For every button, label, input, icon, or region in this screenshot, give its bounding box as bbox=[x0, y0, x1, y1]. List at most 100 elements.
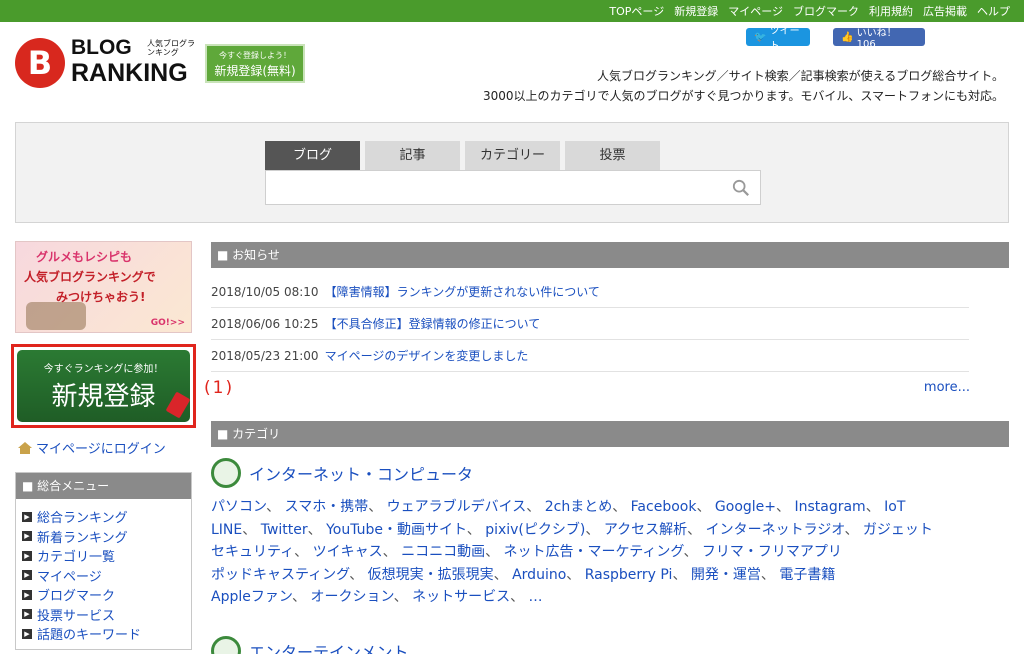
subcategory-link[interactable]: ガジェット bbox=[863, 522, 933, 538]
tagline-line-2: 3000以上のカテゴリで人気のブログがすぐ見つかります。モバイル、スマートフォン… bbox=[483, 89, 1004, 103]
news-date: 2018/10/05 08:10 bbox=[211, 285, 319, 299]
subcategory-link[interactable]: Google+ bbox=[715, 499, 776, 515]
nav-ads[interactable]: 広告掲載 bbox=[923, 3, 967, 19]
news-header: ■ お知らせ bbox=[211, 242, 1009, 268]
news-more-link[interactable]: more... bbox=[924, 380, 970, 395]
logo-mark-icon: B bbox=[15, 38, 65, 88]
nav-top[interactable]: TOPページ bbox=[609, 3, 664, 19]
tweet-label: ツイート bbox=[769, 26, 800, 52]
separator: 、 bbox=[349, 566, 368, 583]
menu-link-blogmark[interactable]: ブログマーク bbox=[37, 585, 115, 604]
nav-blogmark[interactable]: ブログマーク bbox=[793, 3, 859, 19]
category-next-link[interactable]: エンターテインメント bbox=[249, 639, 409, 654]
category-internet: インターネット・コンピュータ bbox=[211, 458, 473, 488]
menu-link-keywords[interactable]: 話題のキーワード bbox=[37, 624, 141, 643]
separator: 、 bbox=[585, 521, 604, 538]
separator: 、 bbox=[382, 544, 402, 560]
subcategory-link[interactable]: ネット広告・マーケティング bbox=[504, 544, 684, 560]
subcategory-link[interactable]: Raspberry Pi bbox=[585, 567, 673, 583]
logo-subtitle: 人気ブログランキング bbox=[147, 39, 195, 57]
nav-terms[interactable]: 利用規約 bbox=[869, 3, 913, 19]
subcategory-link[interactable]: ポッドキャスティング bbox=[211, 567, 349, 583]
subcategory-link[interactable]: セキュリティ bbox=[211, 544, 294, 560]
news-link[interactable]: 【不具合修正】登録情報の修正について bbox=[325, 308, 541, 339]
tab-article[interactable]: 記事 bbox=[365, 141, 460, 170]
subcategory-link[interactable]: ウェアラブルデバイス bbox=[387, 499, 527, 515]
separator: 、 bbox=[566, 566, 585, 583]
join-ranking-button[interactable]: 今すぐランキングに参加！ 新規登録 bbox=[17, 350, 191, 422]
subcategory-link[interactable]: 仮想現実・拡張現実 bbox=[368, 567, 494, 583]
news-link[interactable]: 【障害情報】ランキングが更新されない件について bbox=[325, 276, 600, 307]
menu-link-mypage[interactable]: マイページ bbox=[37, 566, 102, 585]
menu-link-categories[interactable]: カテゴリ一覧 bbox=[37, 546, 115, 565]
subcategory-link[interactable]: アクセス解析 bbox=[604, 522, 687, 538]
menu-link-ranking[interactable]: 総合ランキング bbox=[37, 507, 128, 526]
menu-item[interactable]: ▶ カテゴリ一覧 bbox=[22, 546, 191, 566]
subcategory-link[interactable]: パソコン bbox=[211, 499, 266, 515]
subcategory-link[interactable]: Arduino bbox=[512, 567, 566, 583]
mypage-login-link[interactable]: マイページにログイン bbox=[36, 438, 166, 457]
menu-item[interactable]: ▶ 話題のキーワード bbox=[22, 624, 191, 644]
search-input[interactable] bbox=[265, 170, 761, 205]
menu-item[interactable]: ▶ ブログマーク bbox=[22, 585, 191, 605]
header-register-button[interactable]: 今すぐ登録しよう！ 新規登録(無料) bbox=[205, 44, 305, 83]
menu-item[interactable]: ▶ 投票サービス bbox=[22, 605, 191, 625]
header-register-small: 今すぐ登録しよう！ bbox=[219, 51, 291, 60]
search-icon[interactable] bbox=[732, 179, 750, 197]
tweet-button[interactable]: 🐦 ツイート bbox=[746, 26, 810, 52]
menu-item[interactable]: ▶ マイページ bbox=[22, 566, 191, 586]
subcategory-line: ポッドキャスティング、 仮想現実・拡張現実、 Arduino、 Raspberr… bbox=[211, 564, 1001, 587]
subcategory-link[interactable]: YouTube・動画サイト bbox=[326, 522, 467, 538]
subcategory-link[interactable]: LINE bbox=[211, 522, 242, 538]
arrow-bullet-icon: ▶ bbox=[22, 589, 32, 600]
subcategory-link[interactable]: Facebook bbox=[631, 499, 697, 515]
menu-link-vote[interactable]: 投票サービス bbox=[37, 605, 115, 624]
subcategory-link[interactable]: スマホ・携帯 bbox=[285, 499, 369, 515]
subcategory-line: セキュリティ、 ツイキャス、 ニコニコ動画、 ネット広告・マーケティング、 フリ… bbox=[211, 541, 1001, 564]
category-main-link[interactable]: インターネット・コンピュータ bbox=[249, 461, 473, 485]
tagline: 人気ブログランキング／サイト検索／記事検索が使えるブログ総合サイト。 3000以… bbox=[483, 66, 1004, 106]
subcategory-link[interactable]: フリマ・フリマアプリ bbox=[702, 544, 842, 560]
subcategory-link[interactable]: 電子書籍 bbox=[779, 567, 835, 583]
nav-register[interactable]: 新規登録 bbox=[674, 3, 718, 19]
tab-blog[interactable]: ブログ bbox=[265, 141, 360, 170]
news-item: 2018/06/06 10:25 【不具合修正】登録情報の修正について bbox=[211, 308, 969, 340]
menu-item[interactable]: ▶ 総合ランキング bbox=[22, 507, 191, 527]
subcategory-link[interactable]: IoT bbox=[884, 499, 905, 515]
like-label: いいね！ 106 bbox=[856, 28, 897, 50]
subcategory-link[interactable]: Appleファン bbox=[211, 589, 292, 605]
separator: 、 bbox=[776, 499, 795, 515]
category-entertainment: エンターテインメント bbox=[211, 636, 409, 654]
separator: 、 bbox=[865, 499, 885, 515]
nav-help[interactable]: ヘルプ bbox=[977, 3, 1010, 19]
tab-category[interactable]: カテゴリー bbox=[465, 141, 560, 170]
subcategory-link[interactable]: Twitter bbox=[261, 522, 308, 538]
subcategory-link[interactable]: … bbox=[529, 589, 543, 605]
subcategory-link[interactable]: ネットサービス bbox=[412, 589, 510, 605]
menu-link-new[interactable]: 新着ランキング bbox=[37, 527, 128, 546]
banner-line-2: 人気ブログランキングで bbox=[24, 270, 156, 284]
tab-vote[interactable]: 投票 bbox=[565, 141, 660, 170]
subcategory-link[interactable]: オークション bbox=[310, 589, 393, 605]
separator: 、 bbox=[466, 521, 486, 538]
header-register-big: 新規登録(無料) bbox=[214, 64, 296, 78]
news-date: 2018/06/06 10:25 bbox=[211, 317, 319, 331]
subcategory-link[interactable]: 2chまとめ bbox=[545, 499, 612, 515]
gourmet-banner[interactable]: グルメもレシピも 人気ブログランキングで みつけちゃおう! GO!>> bbox=[15, 241, 192, 333]
subcategory-link[interactable]: pixiv(ピクシブ) bbox=[485, 522, 585, 538]
menu-title: ■ 総合メニュー bbox=[16, 473, 191, 499]
like-button[interactable]: 👍 いいね！ 106 bbox=[833, 28, 925, 50]
menu-item[interactable]: ▶ 新着ランキング bbox=[22, 527, 191, 547]
subcategory-link[interactable]: 開発・運営 bbox=[691, 567, 761, 583]
nav-mypage[interactable]: マイページ bbox=[728, 3, 783, 19]
arrow-bullet-icon: ▶ bbox=[22, 570, 32, 581]
mypage-login[interactable]: マイページにログイン bbox=[18, 438, 166, 457]
subcategory-link[interactable]: ニコニコ動画 bbox=[401, 544, 485, 560]
news-link[interactable]: マイページのデザインを変更しました bbox=[325, 340, 529, 371]
news-item: 2018/10/05 08:10 【障害情報】ランキングが更新されない件について bbox=[211, 276, 969, 308]
subcategory-link[interactable]: ツイキャス bbox=[313, 544, 383, 560]
subcategory-link[interactable]: Instagram bbox=[794, 499, 865, 515]
site-logo[interactable]: B BLOG 人気ブログランキング RANKING bbox=[15, 36, 197, 88]
subcategory-link[interactable]: インターネットラジオ bbox=[706, 522, 845, 538]
logo-word-blog: BLOG bbox=[71, 36, 132, 59]
